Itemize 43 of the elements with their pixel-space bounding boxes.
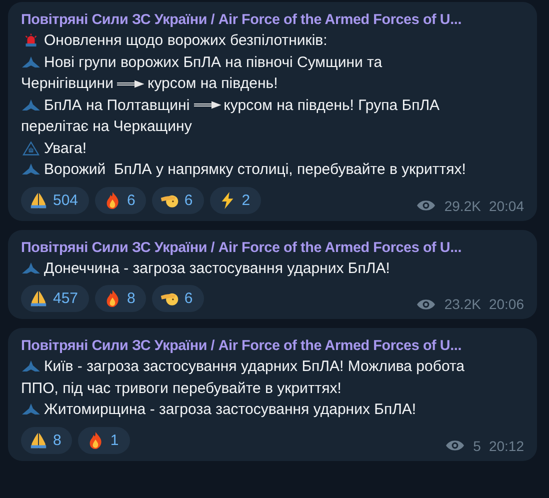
arrow-icon [116,80,144,88]
drone-icon [21,260,41,276]
reaction-button[interactable]: 6 [152,186,204,214]
message-time: 20:12 [488,438,524,454]
eye-icon [416,298,436,310]
message-text: Житомирщина - загроза застосування ударних БпЛА! [44,400,416,420]
reaction-button[interactable]: 457 [21,285,90,312]
reaction-button[interactable]: 504 [21,186,90,214]
drone-icon [21,54,41,70]
message-text: Чернігівщини [21,74,114,94]
message-text: Нові групи ворожих БпЛА на півночі Сумщини та [44,52,382,72]
message-text: Оновлення щодо ворожих безпілотників: [44,31,328,51]
channel-name[interactable]: Повітряні Сили ЗС України / Air Force of the Armed Forces of U... [21,238,524,258]
message-text: ППО, під час тривоги перебувайте в укриттях! [21,378,342,398]
message-text: БпЛА на Полтавщині [44,96,190,116]
message-text: Київ - загроза застосування ударних БпЛА! Можлива робота [44,357,465,377]
message-text: курсом на південь! Група БпЛА [224,96,440,116]
message-text: курсом на південь! [147,74,278,94]
reaction-button[interactable]: 2 [210,186,262,214]
reaction-button[interactable]: 6 [152,285,204,312]
drone-icon [21,162,41,178]
message-text: Донеччина - загроза застосування ударних БпЛА! [44,258,390,278]
view-count: 23.2K [444,296,481,312]
message-time: 20:04 [488,198,524,214]
reaction-button[interactable]: 1 [78,426,130,454]
arrow-icon [192,101,221,110]
message-text: перелітає на Черкащину [21,117,192,137]
channel-name[interactable]: Повітряні Сили ЗС України / Air Force of the Armed Forces of U... [21,10,524,30]
warning-icon [21,140,41,156]
message-time: 20:06 [488,296,524,312]
eye-icon [416,199,436,212]
message-text: Ворожий БпЛА у напрямку столиці, перебувайте в укриттях! [44,160,466,180]
channel-name[interactable]: Повітряні Сили ЗС України / Air Force of the Armed Forces of U... [21,336,524,356]
reaction-button[interactable]: 8 [21,426,72,454]
view-count: 5 [473,438,481,454]
view-count: 29.2K [444,198,481,214]
drone-icon [21,359,41,374]
reaction-button[interactable]: 6 [95,186,146,214]
message-text: Увага! [44,138,86,158]
drone-icon [21,402,41,418]
reaction-button[interactable]: 8 [95,285,146,312]
drone-icon [21,98,41,113]
eye-icon [445,439,466,452]
